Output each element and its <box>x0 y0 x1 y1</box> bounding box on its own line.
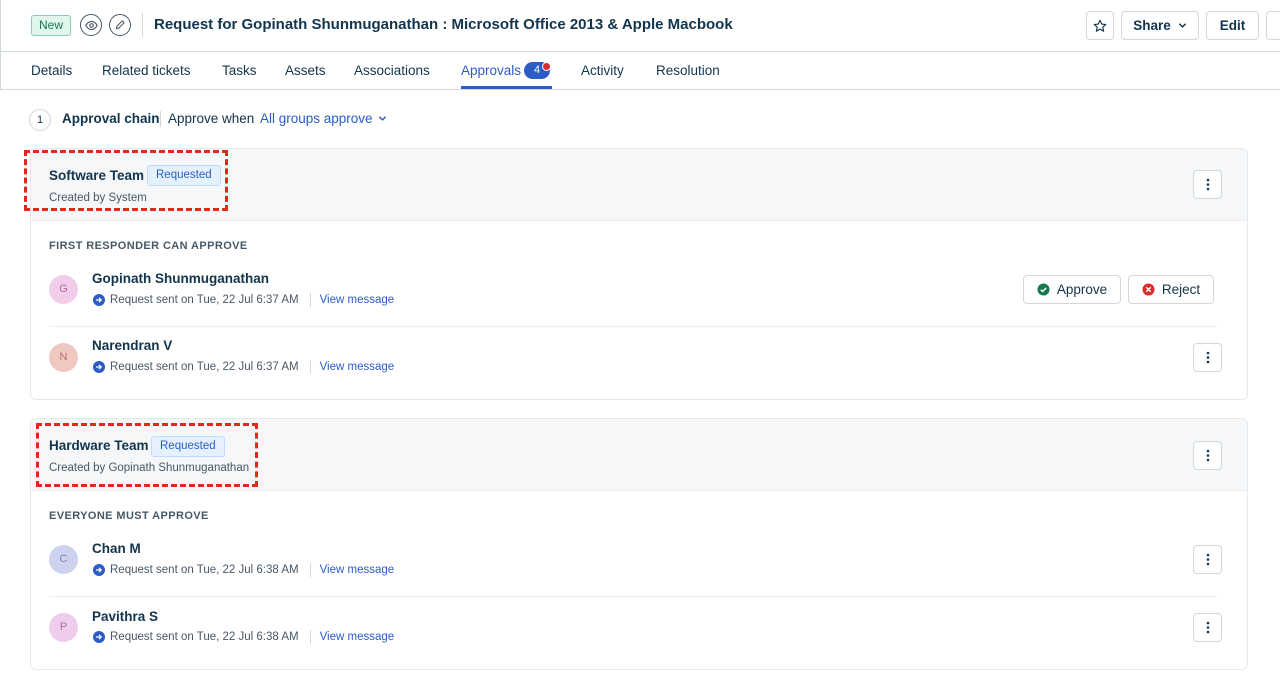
approver-more-button[interactable] <box>1193 545 1222 574</box>
tab-resolution[interactable]: Resolution <box>656 63 720 78</box>
group-more-button[interactable] <box>1193 441 1222 470</box>
avatar: P <box>49 613 78 642</box>
view-message-link[interactable]: View message <box>320 361 395 373</box>
divider <box>309 630 311 644</box>
more-header-button[interactable] <box>1266 11 1280 40</box>
tab-approvals[interactable]: Approvals <box>461 63 521 78</box>
page-title: Request for Gopinath Shunmuganathan : Mi… <box>154 16 733 33</box>
reject-label: Reject <box>1161 282 1201 297</box>
approve-button[interactable]: Approve <box>1023 275 1121 304</box>
active-tab-indicator <box>461 86 552 89</box>
divider <box>309 563 311 577</box>
approve-when-dropdown[interactable]: All groups approve <box>260 111 387 126</box>
edit-button[interactable]: Edit <box>1206 11 1259 40</box>
notification-dot <box>542 62 551 71</box>
request-sent-text: Request sent on Tue, 22 Jul 6:38 AM <box>110 564 299 576</box>
avatar: N <box>49 343 78 372</box>
highlight-box <box>24 150 228 211</box>
tab-tasks[interactable]: Tasks <box>222 63 257 78</box>
arrow-right-icon <box>93 564 105 576</box>
edit-label: Edit <box>1219 18 1246 33</box>
tab-bar: Details Related tickets Tasks Assets Ass… <box>0 52 1280 90</box>
approver-name: Gopinath Shunmuganathan <box>92 271 269 286</box>
request-sent-text: Request sent on Tue, 22 Jul 6:37 AM <box>110 294 299 306</box>
kebab-icon <box>1206 178 1209 191</box>
star-icon <box>1093 19 1107 32</box>
row-divider <box>49 596 1217 597</box>
approval-rule: FIRST RESPONDER CAN APPROVE <box>49 240 248 252</box>
view-message-link[interactable]: View message <box>320 631 395 643</box>
approve-label: Approve <box>1056 282 1108 297</box>
request-sent-info: Request sent on Tue, 22 Jul 6:38 AM View… <box>93 630 394 644</box>
tab-assets[interactable]: Assets <box>285 63 326 78</box>
chevron-down-icon <box>378 116 386 121</box>
chevron-down-icon <box>1178 23 1186 28</box>
request-sent-info: Request sent on Tue, 22 Jul 6:37 AM View… <box>93 360 394 374</box>
pencil-icon <box>115 20 125 30</box>
divider <box>309 293 311 307</box>
request-sent-info: Request sent on Tue, 22 Jul 6:38 AM View… <box>93 563 394 577</box>
cross-circle-icon <box>1142 283 1155 296</box>
row-divider <box>49 326 1217 327</box>
approver-name: Chan M <box>92 541 141 556</box>
kebab-icon <box>1206 351 1209 364</box>
kebab-icon <box>1206 621 1209 634</box>
arrow-right-icon <box>93 361 105 373</box>
divider <box>142 13 143 37</box>
status-pill: New <box>31 15 72 36</box>
kebab-icon <box>1206 553 1209 566</box>
request-sent-text: Request sent on Tue, 22 Jul 6:38 AM <box>110 631 299 643</box>
watch-button[interactable] <box>80 14 102 36</box>
approver-name: Pavithra S <box>92 609 159 624</box>
edit-title-button[interactable] <box>109 14 131 36</box>
approve-when-label: Approve when <box>168 111 255 126</box>
chain-number: 1 <box>29 109 51 131</box>
highlight-box <box>36 423 258 487</box>
reject-button[interactable]: Reject <box>1128 275 1214 304</box>
approver-more-button[interactable] <box>1193 343 1222 372</box>
share-button[interactable]: Share <box>1121 11 1199 40</box>
approver-name: Narendran V <box>92 338 173 353</box>
arrow-right-icon <box>93 631 105 643</box>
approval-rule: EVERYONE MUST APPROVE <box>49 510 209 522</box>
arrow-right-icon <box>93 294 105 306</box>
request-sent-text: Request sent on Tue, 22 Jul 6:37 AM <box>110 361 299 373</box>
approver-more-button[interactable] <box>1193 613 1222 642</box>
tab-related-tickets[interactable]: Related tickets <box>102 63 191 78</box>
tab-activity[interactable]: Activity <box>581 63 624 78</box>
approve-when-value: All groups approve <box>260 111 373 126</box>
divider <box>309 360 311 374</box>
eye-icon <box>84 20 98 30</box>
view-message-link[interactable]: View message <box>320 294 395 306</box>
group-more-button[interactable] <box>1193 170 1222 199</box>
ticket-header: New Request for Gopinath Shunmuganathan … <box>0 0 1280 52</box>
check-circle-icon <box>1037 283 1050 296</box>
tab-details[interactable]: Details <box>31 63 72 78</box>
divider <box>160 111 161 127</box>
chain-label: Approval chain <box>62 111 160 126</box>
request-sent-info: Request sent on Tue, 22 Jul 6:37 AM View… <box>93 293 394 307</box>
kebab-icon <box>1206 449 1209 462</box>
share-label: Share <box>1133 18 1171 33</box>
avatar: C <box>49 545 78 574</box>
view-message-link[interactable]: View message <box>320 564 395 576</box>
favorite-button[interactable] <box>1086 11 1114 40</box>
tab-associations[interactable]: Associations <box>354 63 430 78</box>
avatar: G <box>49 275 78 304</box>
